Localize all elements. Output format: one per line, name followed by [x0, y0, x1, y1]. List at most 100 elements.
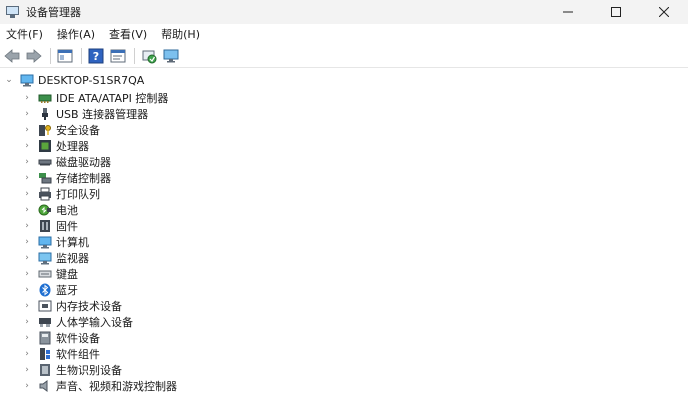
category-label: 内存技术设备 [56, 300, 122, 313]
computer-icon [20, 73, 34, 87]
minimize-button[interactable] [544, 0, 592, 24]
svg-text:?: ? [93, 50, 99, 63]
category-computer[interactable]: › 计算机 [0, 234, 688, 250]
software-device-icon [38, 331, 52, 345]
device-manager-app-icon [6, 5, 20, 19]
menu-help[interactable]: 帮助(H) [161, 26, 200, 42]
chevron-right-icon[interactable]: › [22, 234, 32, 250]
category-batteries[interactable]: › 电池 [0, 202, 688, 218]
category-label: 键盘 [56, 268, 78, 281]
properties-icon [110, 49, 126, 62]
chevron-right-icon[interactable]: › [22, 266, 32, 282]
chevron-right-icon[interactable]: › [22, 170, 32, 186]
category-label: 计算机 [56, 236, 89, 249]
category-label: 存储控制器 [56, 172, 111, 185]
chevron-right-icon[interactable]: › [22, 314, 32, 330]
hid-icon [38, 315, 52, 329]
close-button[interactable] [640, 0, 688, 24]
battery-icon [38, 203, 52, 217]
properties-button[interactable] [108, 46, 128, 66]
chevron-right-icon[interactable]: › [22, 298, 32, 314]
category-keyboards[interactable]: › 键盘 [0, 266, 688, 282]
firmware-icon [38, 219, 52, 233]
disk-drive-icon [38, 155, 52, 169]
category-label: 安全设备 [56, 124, 100, 137]
usb-icon [38, 107, 52, 121]
chevron-right-icon[interactable]: › [22, 218, 32, 234]
chevron-right-icon[interactable]: › [22, 378, 32, 394]
category-label: 蓝牙 [56, 284, 78, 297]
category-processors[interactable]: › 处理器 [0, 138, 688, 154]
scan-hardware-button[interactable] [139, 46, 159, 66]
maximize-icon [611, 7, 621, 17]
category-software-components[interactable]: › 软件组件 [0, 346, 688, 362]
category-firmware[interactable]: › 固件 [0, 218, 688, 234]
chevron-right-icon[interactable]: › [22, 106, 32, 122]
monitor-icon [38, 251, 52, 265]
chevron-right-icon[interactable]: › [22, 346, 32, 362]
chevron-right-icon[interactable]: › [22, 122, 32, 138]
chevron-right-icon[interactable]: › [22, 90, 32, 106]
keyboard-icon [38, 267, 52, 281]
window-title: 设备管理器 [26, 6, 81, 19]
chevron-right-icon[interactable]: › [22, 154, 32, 170]
ide-controller-icon [38, 91, 52, 105]
help-button[interactable]: ? [86, 46, 106, 66]
chevron-right-icon[interactable]: › [22, 362, 32, 378]
category-label: 声音、视频和游戏控制器 [56, 380, 177, 393]
category-bluetooth[interactable]: › 蓝牙 [0, 282, 688, 298]
chevron-right-icon[interactable]: › [22, 138, 32, 154]
chevron-right-icon[interactable]: › [22, 250, 32, 266]
category-disk-drives[interactable]: › 磁盘驱动器 [0, 154, 688, 170]
title-bar: 设备管理器 [0, 0, 688, 24]
bluetooth-icon [38, 283, 52, 297]
category-print-queues[interactable]: › 打印队列 [0, 186, 688, 202]
category-human-interface-devices[interactable]: › 人体学输入设备 [0, 314, 688, 330]
help-icon: ? [88, 48, 104, 63]
category-label: 监视器 [56, 252, 89, 265]
back-arrow-icon [4, 48, 20, 63]
category-label: 打印队列 [56, 188, 100, 201]
category-monitors[interactable]: › 监视器 [0, 250, 688, 266]
category-software-devices[interactable]: › 软件设备 [0, 330, 688, 346]
category-usb-connector-manager[interactable]: › USB 连接器管理器 [0, 106, 688, 122]
category-biometric-devices[interactable]: › 生物识别设备 [0, 362, 688, 378]
maximize-button[interactable] [592, 0, 640, 24]
close-icon [659, 7, 669, 17]
tree-root[interactable]: ⌄ DESKTOP-S1SR7QA [0, 72, 688, 88]
category-ide-controller[interactable]: › IDE ATA/ATAPI 控制器 [0, 90, 688, 106]
menu-action[interactable]: 操作(A) [57, 26, 95, 42]
category-label: 磁盘驱动器 [56, 156, 111, 169]
root-label: DESKTOP-S1SR7QA [38, 73, 145, 87]
menu-bar: 文件(F) 操作(A) 查看(V) 帮助(H) [0, 24, 688, 44]
menu-file[interactable]: 文件(F) [6, 26, 43, 42]
chevron-right-icon[interactable]: › [22, 202, 32, 218]
memory-device-icon [38, 299, 52, 313]
category-label: 软件组件 [56, 348, 100, 361]
category-label: 电池 [56, 204, 78, 217]
chevron-right-icon[interactable]: › [22, 282, 32, 298]
forward-button[interactable] [24, 46, 44, 66]
category-sound-video-game-controllers[interactable]: › 声音、视频和游戏控制器 [0, 378, 688, 394]
category-label: 固件 [56, 220, 78, 233]
category-security-devices[interactable]: › 安全设备 [0, 122, 688, 138]
category-storage-controllers[interactable]: › 存储控制器 [0, 170, 688, 186]
sound-icon [38, 379, 52, 393]
processor-icon [38, 139, 52, 153]
toolbar-separator [134, 47, 135, 64]
show-hide-console-tree-button[interactable] [55, 46, 75, 66]
menu-view[interactable]: 查看(V) [109, 26, 147, 42]
category-label: 处理器 [56, 140, 89, 153]
category-label: IDE ATA/ATAPI 控制器 [56, 92, 169, 105]
monitor-update-icon [163, 49, 179, 62]
scan-hardware-icon [142, 50, 157, 63]
biometric-icon [38, 363, 52, 377]
security-key-icon [38, 123, 52, 137]
chevron-down-icon[interactable]: ⌄ [4, 72, 14, 88]
update-driver-button[interactable] [161, 46, 181, 66]
chevron-right-icon[interactable]: › [22, 186, 32, 202]
category-memory-technology-devices[interactable]: › 内存技术设备 [0, 298, 688, 314]
back-button[interactable] [2, 46, 22, 66]
chevron-right-icon[interactable]: › [22, 330, 32, 346]
forward-arrow-icon [26, 48, 42, 63]
